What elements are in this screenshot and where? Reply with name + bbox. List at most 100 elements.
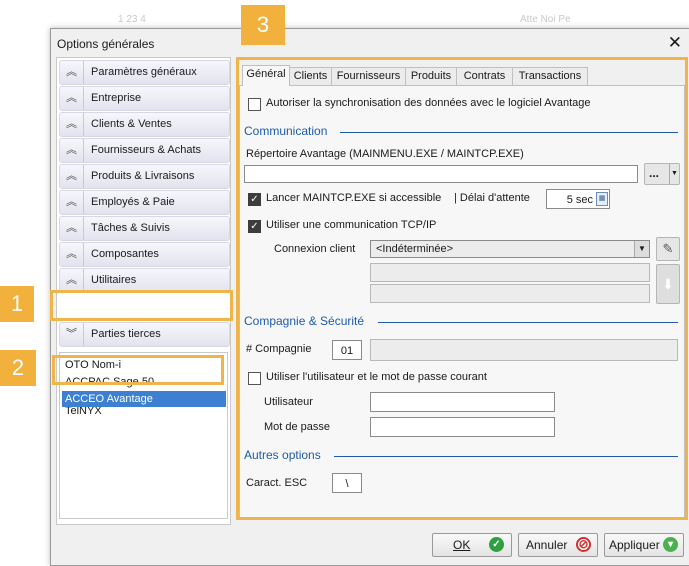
no-entry-icon: ⊘ [576, 537, 591, 552]
chevron-down-icon: ▼ [634, 241, 649, 257]
general-tab-content: Autoriser la synchronisation des données… [239, 86, 685, 518]
company-number-input[interactable]: 01 [332, 340, 362, 360]
menu-item-label: Utilitaires [91, 274, 137, 286]
chevron-up-double-icon: ︽ [60, 61, 84, 84]
company-number-label: # Compagnie [246, 343, 312, 355]
settings-panel: Général Clients Fournisseurs Produits Co… [239, 59, 685, 518]
menu-item-parties-tierces[interactable]: ︾ Parties tierces [59, 322, 230, 347]
annotation-badge-3: 3 [241, 5, 285, 45]
section-communication-title: Communication [244, 124, 328, 138]
chevron-down-double-icon: ︾ [60, 323, 84, 346]
company-name-field [370, 339, 678, 361]
tab-bar: Général Clients Fournisseurs Produits Co… [239, 65, 685, 86]
delay-label: | Délai d'attente [454, 192, 530, 204]
sync-label: Autoriser la synchronisation des données… [266, 97, 591, 109]
annotation-badge-2: 2 [0, 350, 36, 386]
tab-general[interactable]: Général [242, 65, 290, 86]
calendar-icon[interactable]: ▦ [596, 192, 608, 206]
tcp-checkbox[interactable]: ✓ [248, 220, 261, 233]
use-current-user-label: Utiliser l'utilisateur et le mot de pass… [266, 371, 487, 383]
menu-item-label: Entreprise [91, 92, 142, 104]
client-detail-field [370, 284, 650, 303]
password-label: Mot de passe [264, 421, 331, 433]
chevron-up-double-icon: ︽ [60, 139, 84, 162]
chevron-down-icon: ▼ [669, 164, 679, 184]
menu-item-label: Employés & Paie [91, 196, 175, 208]
check-circle-icon: ✓ [489, 537, 504, 552]
use-current-user-checkbox[interactable] [248, 372, 261, 385]
third-party-list: OTO Nom-i ACCPAC Sage 50 TelNYX ACCEO Av… [59, 352, 228, 519]
section-divider [334, 456, 678, 457]
client-connection-select[interactable]: <Indéterminée> ▼ [370, 240, 650, 258]
arrow-down-icon[interactable]: ⬇ [656, 264, 680, 304]
esc-char-label: Caract. ESC [246, 477, 308, 489]
user-input[interactable] [370, 392, 555, 412]
background-text: Atte Noi Pe [520, 14, 571, 25]
section-other-title: Autres options [244, 448, 321, 462]
directory-label: Répertoire Avantage (MAINMENU.EXE / MAIN… [246, 148, 524, 160]
menu-item-parametres-generaux[interactable]: ︽ Paramètres généraux [59, 60, 230, 85]
menu-item-employes-paie[interactable]: ︽ Employés & Paie [59, 190, 230, 215]
ok-label: OK [453, 538, 471, 552]
esc-char-input[interactable]: \ [332, 473, 362, 493]
chevron-up-double-icon: ︽ [60, 113, 84, 136]
tcp-label: Utiliser une communication TCP/IP [266, 219, 437, 231]
background-text: 1 23 4 [118, 14, 146, 25]
menu-item-utilitaires[interactable]: ︽ Utilitaires [59, 268, 230, 293]
left-navigation: ︽ Paramètres généraux ︽ Entreprise ︽ Cli… [56, 57, 231, 525]
apply-button[interactable]: Appliquer ▾ [604, 533, 684, 557]
window-title: Options générales [57, 37, 155, 51]
chevron-up-double-icon: ︽ [60, 217, 84, 240]
chevron-up-double-icon: ︽ [60, 269, 84, 292]
arrow-down-circle-icon: ▾ [663, 537, 678, 552]
sync-checkbox[interactable] [248, 98, 261, 111]
launch-checkbox[interactable]: ✓ [248, 193, 261, 206]
section-company-title: Compagnie & Sécurité [244, 314, 365, 328]
tab-clients[interactable]: Clients [289, 67, 332, 85]
chevron-up-double-icon: ︽ [60, 191, 84, 214]
menu-item-label: Paramètres généraux [91, 66, 197, 78]
title-bar: Options générales ✕ [51, 29, 689, 57]
client-detail-field [370, 263, 650, 282]
chevron-up-double-icon: ︽ [60, 243, 84, 266]
menu-item-label: Fournisseurs & Achats [91, 144, 202, 156]
cancel-label: Annuler [526, 538, 568, 552]
list-item-selected[interactable]: ACCEO Avantage [62, 391, 226, 407]
tab-produits[interactable]: Produits [405, 67, 457, 85]
launch-label: Lancer MAINTCP.EXE si accessible [266, 192, 442, 204]
menu-item-fournisseurs-achats[interactable]: ︽ Fournisseurs & Achats [59, 138, 230, 163]
menu-item-produits-livraisons[interactable]: ︽ Produits & Livraisons [59, 164, 230, 189]
tab-fournisseurs[interactable]: Fournisseurs [331, 67, 406, 85]
tab-transactions[interactable]: Transactions [512, 67, 588, 85]
menu-item-composantes[interactable]: ︽ Composantes [59, 242, 230, 267]
ok-button[interactable]: OK ✓ [432, 533, 512, 557]
close-icon[interactable]: ✕ [668, 33, 682, 53]
edit-pencil-icon[interactable]: ✎ [656, 237, 680, 261]
section-divider [340, 132, 678, 133]
apply-label: Appliquer [609, 538, 660, 552]
menu-item-label: Clients & Ventes [91, 118, 172, 130]
menu-item-label: Produits & Livraisons [91, 170, 195, 182]
menu-item-label: Tâches & Suivis [91, 222, 170, 234]
browse-button[interactable]: ... ▼ [644, 163, 680, 185]
annotation-badge-1: 1 [0, 286, 34, 322]
password-input[interactable] [370, 417, 555, 437]
options-dialog: Options générales ✕ ︽ Paramètres générau… [50, 28, 689, 566]
cancel-button[interactable]: Annuler ⊘ [518, 533, 598, 557]
menu-item-taches-suivis[interactable]: ︽ Tâches & Suivis [59, 216, 230, 241]
chevron-up-double-icon: ︽ [60, 165, 84, 188]
section-divider [378, 322, 678, 323]
menu-item-label: Composantes [91, 248, 159, 260]
client-connection-label: Connexion client [274, 243, 356, 255]
menu-item-label: Parties tierces [91, 328, 161, 340]
directory-input[interactable] [244, 165, 638, 183]
chevron-up-double-icon: ︽ [60, 87, 84, 110]
user-label: Utilisateur [264, 396, 313, 408]
tab-contrats[interactable]: Contrats [456, 67, 513, 85]
list-item[interactable]: OTO Nom-i [62, 357, 226, 373]
menu-item-entreprise[interactable]: ︽ Entreprise [59, 86, 230, 111]
menu-item-clients-ventes[interactable]: ︽ Clients & Ventes [59, 112, 230, 137]
list-item[interactable]: ACCPAC Sage 50 [62, 374, 226, 390]
browse-label: ... [649, 166, 660, 180]
client-connection-value: <Indéterminée> [376, 243, 454, 255]
